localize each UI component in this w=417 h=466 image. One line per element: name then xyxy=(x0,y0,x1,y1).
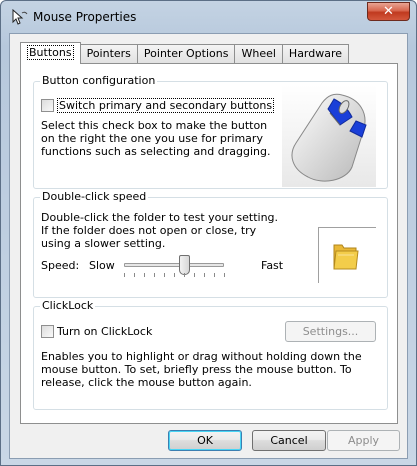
clicklock-checkbox[interactable]: Turn on ClickLock xyxy=(41,325,152,338)
tab-pointer-options[interactable]: Pointer Options xyxy=(136,44,236,64)
slow-label: Slow xyxy=(89,259,115,272)
slider-tick xyxy=(164,273,165,277)
double-click-description: Double-click the folder to test your set… xyxy=(41,211,279,250)
cancel-button[interactable]: Cancel xyxy=(252,430,326,451)
checkbox-box[interactable] xyxy=(41,325,54,338)
apply-button[interactable]: Apply xyxy=(327,430,400,451)
tab-label: Pointers xyxy=(86,47,131,60)
buttons-tab-panel: Button configuration Switch primary and … xyxy=(20,63,398,424)
group-title: ClickLock xyxy=(40,299,96,312)
ok-button[interactable]: OK xyxy=(168,430,242,451)
checkbox-box[interactable] xyxy=(41,99,54,112)
slider-tick xyxy=(134,273,135,277)
switch-buttons-checkbox[interactable]: Switch primary and secondary buttons xyxy=(41,98,275,113)
slider-tick xyxy=(124,273,125,277)
button-config-description: Select this check box to make the button… xyxy=(41,119,271,158)
mouse-pointer-icon xyxy=(10,8,28,25)
slider-track[interactable] xyxy=(124,263,224,267)
tab-label: Pointer Options xyxy=(143,47,229,60)
test-folder-area[interactable] xyxy=(318,227,376,283)
dialog-client-area: Buttons Pointers Pointer Options Wheel H… xyxy=(9,33,408,459)
close-icon: ✕ xyxy=(383,4,394,19)
speed-label: Speed: xyxy=(41,259,80,272)
checkbox-label: Turn on ClickLock xyxy=(57,325,153,338)
slider-tick xyxy=(204,273,205,277)
slider-tick xyxy=(214,273,215,277)
mouse-device-icon xyxy=(282,85,376,187)
button-label: Settings... xyxy=(302,325,359,338)
button-configuration-group: Button configuration Switch primary and … xyxy=(33,74,388,189)
checkbox-label: Switch primary and secondary buttons xyxy=(57,98,275,113)
slider-tick xyxy=(154,273,155,277)
window-title: Mouse Properties xyxy=(33,10,137,24)
fast-label: Fast xyxy=(261,259,284,272)
clicklock-settings-button[interactable]: Settings... xyxy=(285,321,376,342)
mouse-properties-window: Mouse Properties ✕ Buttons Pointers Poin… xyxy=(0,0,417,466)
button-label: Apply xyxy=(347,434,380,447)
slider-tick xyxy=(144,273,145,277)
group-title: Double-click speed xyxy=(40,190,149,203)
tab-label: Wheel xyxy=(241,47,276,60)
tab-label: Buttons xyxy=(27,45,74,60)
slider-thumb[interactable] xyxy=(179,255,190,275)
folder-icon[interactable] xyxy=(332,241,360,274)
clicklock-group: ClickLock Turn on ClickLock Settings... … xyxy=(33,299,388,410)
tab-hardware[interactable]: Hardware xyxy=(281,44,350,64)
title-bar[interactable]: Mouse Properties ✕ xyxy=(1,1,416,33)
tab-strip: Buttons Pointers Pointer Options Wheel H… xyxy=(20,42,350,64)
clicklock-description: Enables you to highlight or drag without… xyxy=(41,350,362,389)
tab-pointers[interactable]: Pointers xyxy=(79,44,138,64)
button-label: Cancel xyxy=(270,434,308,447)
tab-wheel[interactable]: Wheel xyxy=(234,44,283,64)
group-title: Button configuration xyxy=(40,74,158,87)
tab-label: Hardware xyxy=(288,47,343,60)
close-button[interactable]: ✕ xyxy=(367,2,410,21)
slider-tick xyxy=(224,273,225,277)
button-label: OK xyxy=(197,434,213,447)
slider-tick xyxy=(184,273,185,277)
tab-buttons[interactable]: Buttons xyxy=(20,42,81,64)
double-click-speed-group: Double-click speed Double-click the fold… xyxy=(33,190,388,298)
slider-tick xyxy=(174,273,175,277)
slider-tick xyxy=(194,273,195,277)
